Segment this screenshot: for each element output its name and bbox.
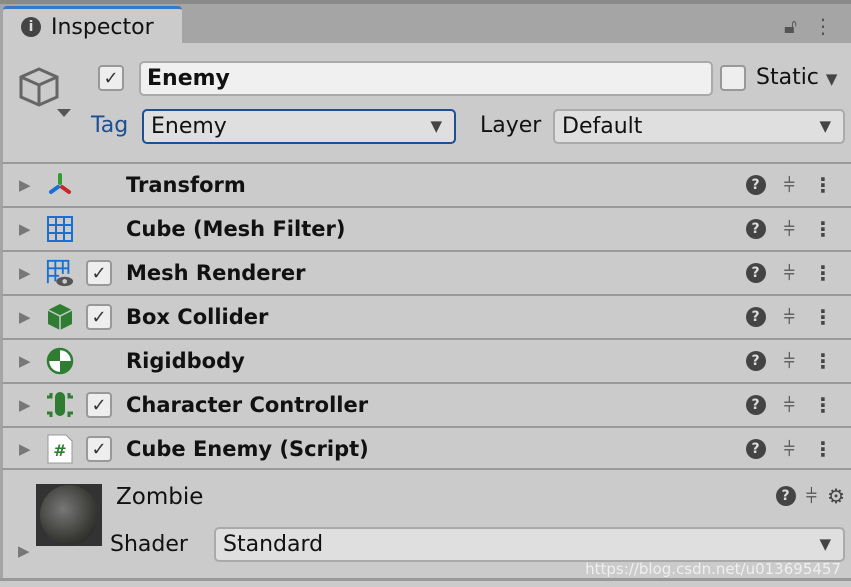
tab-title: Inspector	[51, 14, 154, 40]
preset-sliders-icon[interactable]: ⫩	[784, 305, 795, 329]
component-enabled-checkbox[interactable]: ✓	[86, 392, 112, 418]
preset-sliders-icon[interactable]: ⫩	[784, 173, 795, 197]
material-preview	[36, 484, 102, 546]
static-dropdown[interactable]: Static ▼	[756, 65, 837, 90]
expand-triangle-icon[interactable]: ▶	[19, 308, 31, 326]
character-controller-icon	[46, 391, 74, 419]
help-icon[interactable]: ?	[745, 439, 766, 459]
kebab-menu-icon[interactable]: ⋮	[813, 437, 833, 461]
mesh-renderer-icon	[46, 259, 74, 287]
chevron-down-icon: ▼	[430, 117, 442, 135]
tag-dropdown[interactable]: Enemy ▼	[142, 109, 456, 144]
component-enabled-checkbox[interactable]: ✓	[86, 304, 112, 330]
help-icon[interactable]: ?	[775, 486, 796, 506]
help-icon[interactable]: ?	[745, 395, 766, 415]
info-icon: i	[21, 17, 41, 37]
component-row[interactable]: ▶ Transform ? ⫩ ⋮	[0, 162, 851, 206]
active-checkbox[interactable]: ✓	[98, 65, 124, 91]
component-label: Cube Enemy (Script)	[126, 437, 369, 461]
component-row[interactable]: ▶ ✓ Box Collider ? ⫩ ⋮	[0, 294, 851, 338]
help-icon[interactable]: ?	[745, 175, 766, 195]
chevron-down-icon: ▼	[819, 535, 831, 553]
help-icon[interactable]: ?	[745, 263, 766, 283]
tag-value: Enemy	[151, 114, 227, 139]
component-label: Character Controller	[126, 393, 369, 417]
kebab-menu-icon[interactable]: ⋮	[813, 349, 833, 373]
kebab-menu-icon[interactable]: ⋮	[813, 14, 833, 38]
expand-triangle-icon[interactable]: ▶	[19, 264, 31, 282]
gameobject-icon[interactable]	[19, 65, 71, 125]
shader-dropdown[interactable]: Standard ▼	[214, 527, 845, 562]
kebab-menu-icon[interactable]: ⋮	[813, 173, 833, 197]
component-row[interactable]: ▶ ✓ Mesh Renderer ? ⫩ ⋮	[0, 250, 851, 294]
box-collider-icon	[46, 303, 74, 331]
component-row[interactable]: ▶ Rigidbody ? ⫩ ⋮	[0, 338, 851, 382]
component-enabled-checkbox[interactable]: ✓	[86, 436, 112, 462]
preset-sliders-icon[interactable]: ⫩	[784, 393, 795, 417]
kebab-menu-icon[interactable]: ⋮	[813, 261, 833, 285]
component-label: Box Collider	[126, 305, 269, 329]
component-label: Transform	[126, 173, 246, 197]
expand-triangle-icon[interactable]: ▶	[19, 440, 31, 458]
component-label: Cube (Mesh Filter)	[126, 217, 346, 241]
preset-sliders-icon[interactable]: ⫩	[784, 217, 795, 241]
preset-sliders-icon[interactable]: ⫩	[784, 437, 795, 461]
watermark: https://blog.csdn.net/u013695457	[585, 560, 841, 578]
divider	[0, 578, 851, 587]
material-section: Zombie ▶ Shader Standard ▼ ? ⫩ ⚙ https://…	[0, 468, 851, 578]
shader-label: Shader	[110, 532, 188, 557]
component-label: Rigidbody	[126, 349, 245, 373]
expand-triangle-icon[interactable]: ▶	[19, 396, 31, 414]
static-label: Static	[756, 65, 819, 90]
svg-text:#: #	[53, 441, 66, 460]
help-icon[interactable]: ?	[745, 351, 766, 371]
expand-triangle-icon[interactable]: ▶	[19, 176, 31, 194]
rigidbody-icon	[46, 347, 74, 375]
name-input[interactable]: Enemy	[139, 61, 713, 96]
component-row[interactable]: ▶ ✓ Character Controller ? ⫩ ⋮	[0, 382, 851, 426]
layer-value: Default	[562, 114, 643, 139]
layer-label: Layer	[480, 113, 542, 138]
kebab-menu-icon[interactable]: ⋮	[813, 393, 833, 417]
tab-bar: i Inspector 🔓︎ ⋮	[0, 0, 851, 45]
mesh-filter-icon	[46, 215, 74, 243]
preset-sliders-icon[interactable]: ⫩	[784, 261, 795, 285]
help-icon[interactable]: ?	[745, 307, 766, 327]
preset-sliders-icon[interactable]: ⫩	[784, 349, 795, 373]
component-enabled-checkbox[interactable]: ✓	[86, 260, 112, 286]
transform-icon	[46, 171, 74, 199]
kebab-menu-icon[interactable]: ⋮	[813, 305, 833, 329]
gear-icon[interactable]: ⚙	[827, 484, 845, 508]
expand-triangle-icon[interactable]: ▶	[19, 220, 31, 238]
component-label: Mesh Renderer	[126, 261, 306, 285]
component-row[interactable]: ▶ Cube (Mesh Filter) ? ⫩ ⋮	[0, 206, 851, 250]
component-row[interactable]: ▶ # ✓ Cube Enemy (Script) ? ⫩ ⋮	[0, 426, 851, 470]
expand-triangle-icon[interactable]: ▶	[18, 542, 30, 560]
tab-inspector[interactable]: i Inspector	[3, 6, 182, 45]
tag-label: Tag	[91, 113, 129, 138]
expand-triangle-icon[interactable]: ▶	[19, 352, 31, 370]
kebab-menu-icon[interactable]: ⋮	[813, 217, 833, 241]
gameobject-header: ✓ Enemy Static ▼ Tag Enemy ▼ Layer Defaul…	[0, 43, 851, 162]
layer-dropdown[interactable]: Default ▼	[553, 109, 845, 144]
preset-sliders-icon[interactable]: ⫩	[806, 484, 817, 508]
chevron-down-icon: ▼	[819, 117, 831, 135]
shader-value: Standard	[223, 532, 324, 557]
help-icon[interactable]: ?	[745, 219, 766, 239]
material-name: Zombie	[116, 484, 204, 510]
lock-icon[interactable]: 🔓︎	[784, 14, 797, 38]
static-checkbox[interactable]	[720, 65, 746, 91]
script-icon: #	[46, 434, 74, 464]
